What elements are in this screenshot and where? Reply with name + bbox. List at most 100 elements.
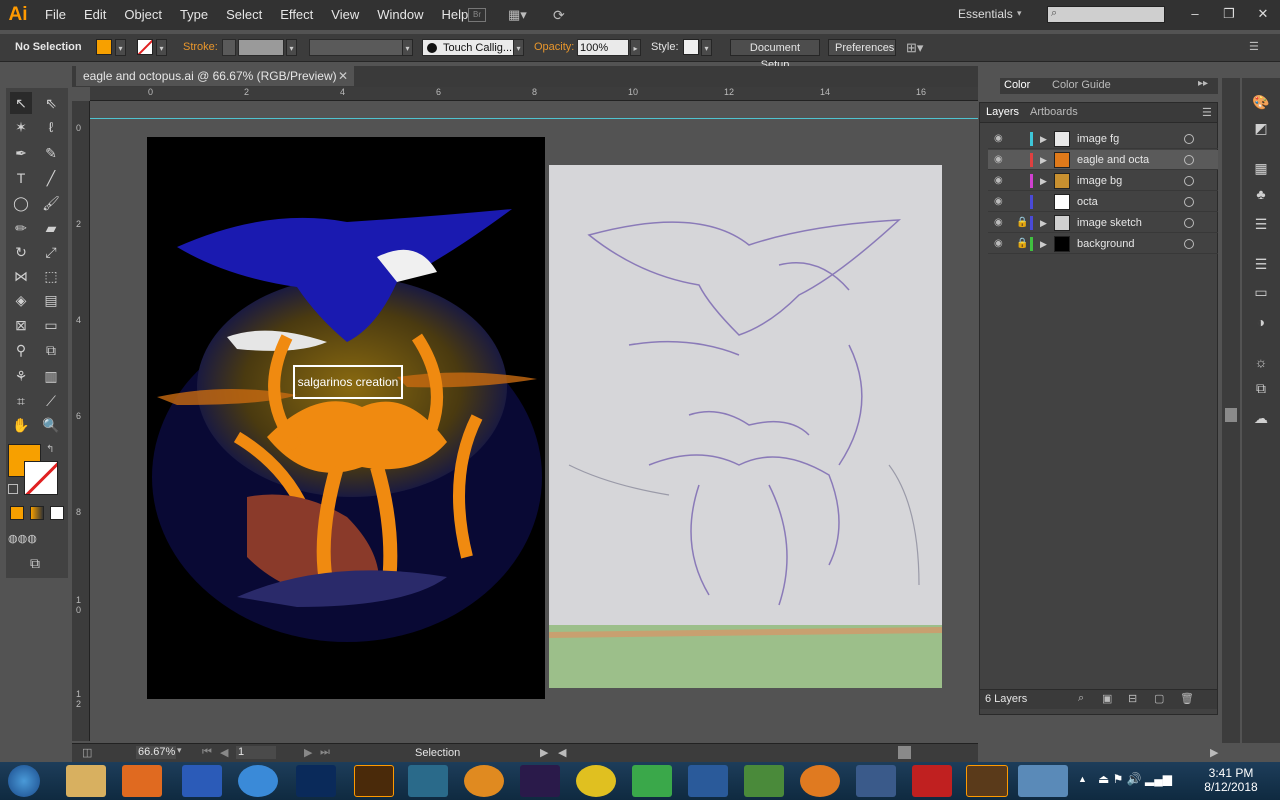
workspace-switcher[interactable]: Essentials	[958, 7, 1013, 21]
color-mode-icon[interactable]	[10, 506, 24, 520]
curvature-tool-icon[interactable]: ✎	[40, 142, 62, 164]
photoshop-icon[interactable]	[296, 765, 336, 797]
vertical-scrollbar[interactable]	[1222, 78, 1240, 743]
gpu-performance-icon[interactable]: ⟳	[553, 7, 565, 24]
sketch-image[interactable]	[548, 165, 943, 688]
layer-name[interactable]: image sketch	[1077, 213, 1142, 233]
gradient-tool-icon[interactable]: ▭	[40, 314, 62, 336]
eraser-tool-icon[interactable]: ▰	[40, 217, 62, 239]
close-tab-icon[interactable]: ✕	[338, 66, 348, 86]
tray-arrow-icon[interactable]: ▲	[1078, 774, 1087, 784]
line-segment-tool-icon[interactable]: ╱	[40, 167, 62, 189]
visibility-eye-icon[interactable]: ◉	[994, 234, 1003, 254]
chevron-down-icon[interactable]: ▾	[1017, 8, 1022, 19]
transparency-icon[interactable]: ◑	[1251, 314, 1271, 332]
symbols-icon[interactable]: ☰	[1251, 216, 1271, 234]
color-palette-icon[interactable]: 🎨	[1251, 94, 1271, 112]
text-label-frame[interactable]: salgarinos creation	[293, 365, 403, 399]
restore-button[interactable]: ❐	[1212, 0, 1246, 30]
fl-studio-icon[interactable]	[464, 765, 504, 797]
layer-name[interactable]: octa	[1077, 192, 1098, 212]
expand-arrow-icon[interactable]: ▶	[1040, 234, 1047, 254]
layer-row[interactable]: ◉ ▶ image bg	[988, 171, 1218, 191]
status-menu-arrow-icon[interactable]: ▶	[540, 746, 548, 759]
target-circle-icon[interactable]	[1184, 176, 1194, 186]
last-artboard-icon[interactable]: ⏭	[320, 746, 330, 759]
column-graph-tool-icon[interactable]: ▥	[40, 365, 62, 387]
lock-icon[interactable]: 🔒	[1016, 213, 1028, 233]
paintbrush-tool-icon[interactable]: 🖌	[40, 192, 62, 214]
opacity-field[interactable]: 100%	[577, 39, 629, 56]
arrange-documents-icon[interactable]: ▦▾	[508, 7, 534, 23]
layer-row[interactable]: ◉ ▶ image fg	[988, 129, 1218, 149]
android-studio-icon[interactable]	[744, 765, 784, 797]
visibility-eye-icon[interactable]: ◉	[994, 171, 1003, 191]
expand-arrow-icon[interactable]: ▶	[1040, 129, 1047, 149]
symbol-sprayer-tool-icon[interactable]: ⚘	[10, 365, 32, 387]
width-tool-icon[interactable]: ⋈	[10, 265, 32, 287]
next-artboard-icon[interactable]: ▶	[304, 746, 312, 759]
close-button[interactable]: ✕	[1246, 0, 1280, 30]
pen-tool-icon[interactable]: ✒	[10, 142, 32, 164]
target-circle-icon[interactable]	[1184, 134, 1194, 144]
after-effects-icon[interactable]	[520, 765, 560, 797]
menu-edit[interactable]: Edit	[75, 0, 115, 30]
layer-name[interactable]: image bg	[1077, 171, 1122, 191]
layer-row[interactable]: ◉ 🔒 ▶ image sketch	[988, 213, 1218, 233]
artboard-tool-icon[interactable]: ⌗	[10, 390, 32, 412]
internet-explorer-icon[interactable]	[238, 765, 278, 797]
target-circle-icon[interactable]	[1184, 218, 1194, 228]
visual-studio-icon[interactable]	[688, 765, 728, 797]
expand-arrow-icon[interactable]: ▶	[1040, 213, 1047, 233]
visibility-eye-icon[interactable]: ◉	[994, 213, 1003, 233]
expand-arrow-icon[interactable]: ▶	[1040, 150, 1047, 170]
locate-object-icon[interactable]: ⌕	[1078, 692, 1084, 705]
brush-dropdown[interactable]: ▾	[513, 39, 524, 56]
shape-builder-tool-icon[interactable]: ◈	[10, 289, 32, 311]
expand-arrow-icon[interactable]: ▶	[1040, 171, 1047, 191]
gradient-mode-icon[interactable]	[30, 506, 44, 520]
arrange-icon[interactable]: ⊞▾	[906, 39, 923, 56]
blender-icon[interactable]	[800, 765, 840, 797]
fill-swatch[interactable]	[96, 39, 112, 55]
prev-artboard-icon[interactable]: ◀	[220, 746, 228, 759]
chrome-icon[interactable]	[576, 765, 616, 797]
graphic-styles-icon[interactable]: ⧉	[1251, 380, 1271, 398]
panel-menu-icon[interactable]: ☰	[1249, 39, 1259, 56]
graphic-style-swatch[interactable]	[683, 39, 699, 55]
menu-file[interactable]: File	[36, 0, 75, 30]
guide-line[interactable]	[90, 118, 978, 119]
opacity-dropdown[interactable]: ▸	[630, 39, 641, 56]
vb-icon[interactable]	[856, 765, 896, 797]
trash-icon[interactable]: 🗑	[1180, 692, 1194, 705]
menu-select[interactable]: Select	[217, 0, 271, 30]
first-artboard-icon[interactable]: ⏮	[202, 746, 212, 759]
tray-icons[interactable]: ⏏ ⚑ 🔊 ▂▄▆	[1098, 772, 1172, 786]
menu-window[interactable]: Window	[368, 0, 432, 30]
layer-row[interactable]: ◉ ▶ eagle and octa	[988, 150, 1218, 170]
pencil-tool-icon[interactable]: ✏	[10, 217, 32, 239]
panel-menu-icon[interactable]: ☰	[1202, 106, 1212, 119]
illustrator-shortcut-icon[interactable]	[354, 765, 394, 797]
target-circle-icon[interactable]	[1184, 155, 1194, 165]
artboard[interactable]	[147, 137, 545, 699]
collapse-icon[interactable]: ▸▸	[1198, 78, 1208, 89]
swap-fill-stroke-icon[interactable]: ↰	[46, 444, 54, 455]
stroke-dropdown[interactable]: ▾	[156, 39, 167, 56]
zoom-tool-icon[interactable]: 🔍	[40, 414, 62, 436]
preferences-button[interactable]: Preferences	[828, 39, 896, 56]
document-tab[interactable]: eagle and octopus.ai @ 66.67% (RGB/Previ…	[76, 66, 354, 86]
slice-tool-icon[interactable]: ⟋	[40, 390, 62, 412]
layer-name[interactable]: eagle and octa	[1077, 150, 1149, 170]
bridge-icon[interactable]: Br	[468, 8, 486, 22]
horizontal-scrollbar-thumb[interactable]	[898, 746, 911, 759]
default-colors-icon[interactable]	[8, 484, 18, 494]
mesh-tool-icon[interactable]: ⊠	[10, 314, 32, 336]
libraries-icon[interactable]: ☁	[1251, 410, 1271, 428]
brushes-icon[interactable]: ♣	[1251, 186, 1271, 204]
word-icon[interactable]	[182, 765, 222, 797]
new-sublayer-icon[interactable]: ⊟	[1128, 692, 1137, 705]
ellipse-tool-icon[interactable]: ◯	[10, 192, 32, 214]
none-mode-icon[interactable]	[50, 506, 64, 520]
rotate-tool-icon[interactable]: ↻	[10, 241, 32, 263]
